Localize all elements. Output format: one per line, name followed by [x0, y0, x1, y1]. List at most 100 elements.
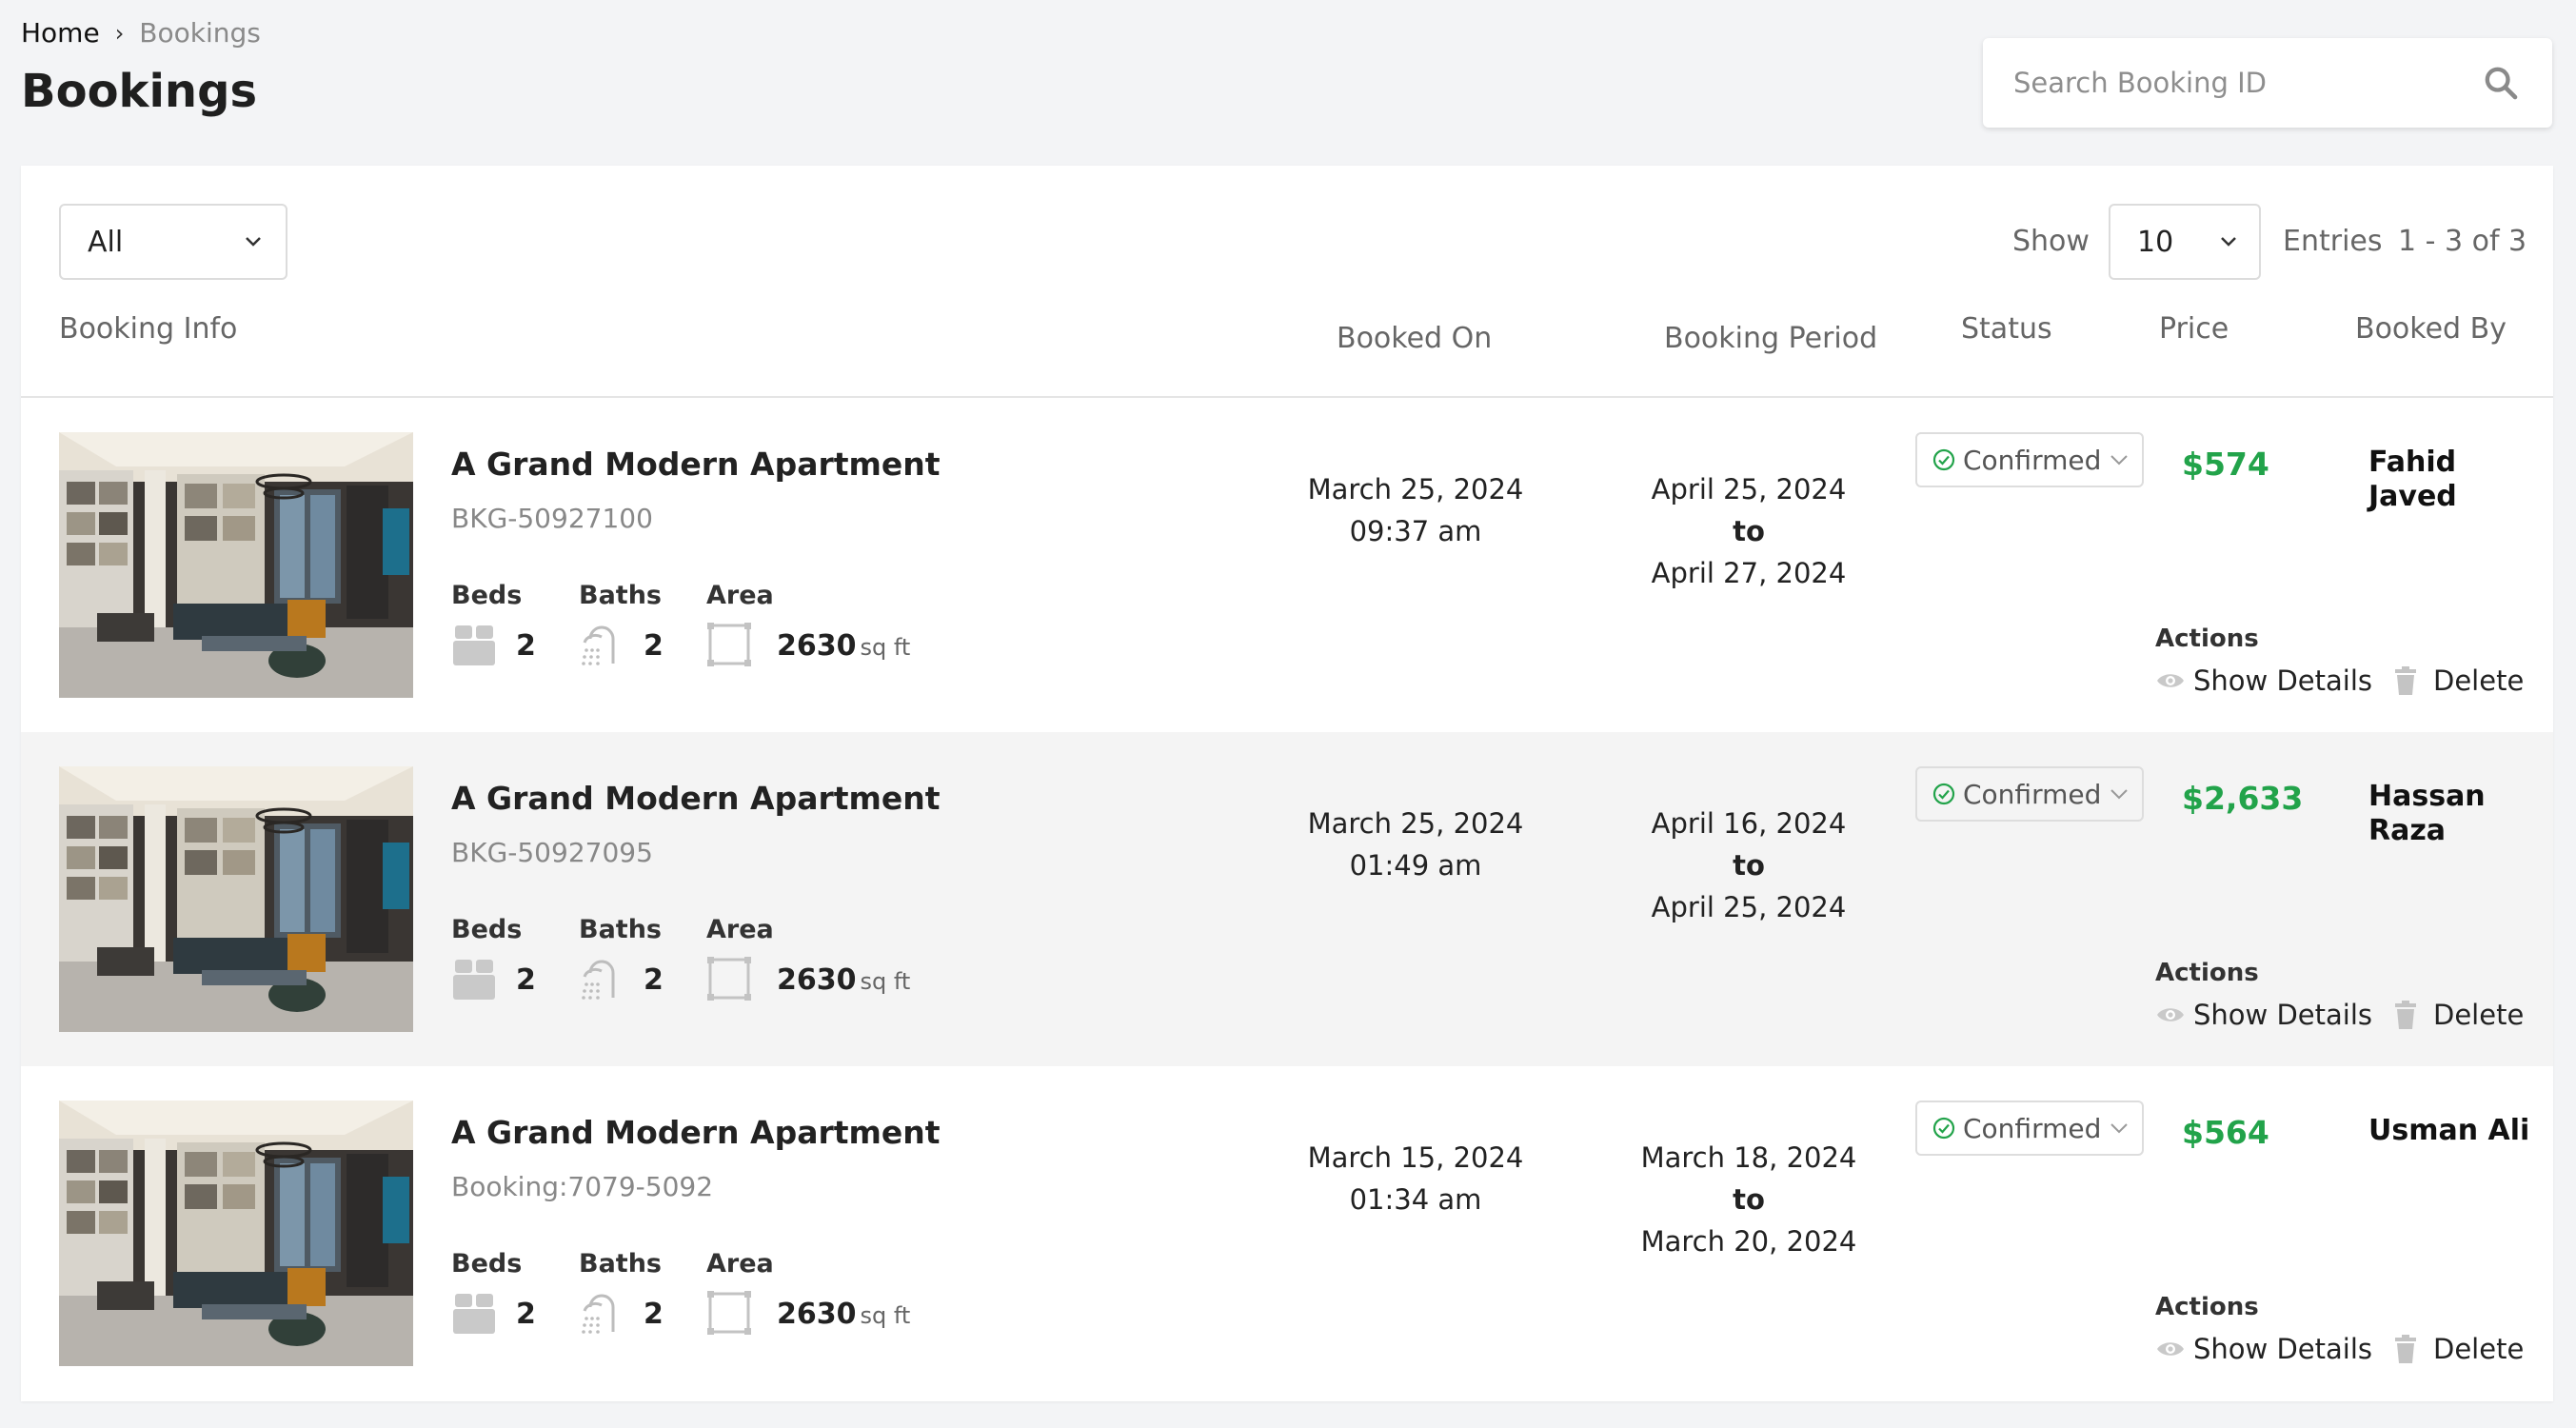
- show-details-label: Show Details: [2193, 1333, 2373, 1365]
- area-label: Area: [706, 915, 774, 944]
- trash-icon: [2395, 1001, 2416, 1029]
- booked-on-cell: March 15, 2024 01:34 am: [1268, 1137, 1563, 1220]
- delete-label: Delete: [2433, 999, 2525, 1031]
- status-value: Confirmed: [1963, 444, 2102, 476]
- eye-icon: [2157, 1342, 2184, 1356]
- apartment-thumbnail[interactable]: [59, 766, 413, 1032]
- status-dropdown[interactable]: Confirmed: [1915, 1101, 2144, 1156]
- show-details-label: Show Details: [2193, 999, 2373, 1031]
- beds-count: 2: [516, 963, 536, 997]
- booking-id: BKG-50927095: [451, 837, 653, 868]
- actions-label: Actions: [2155, 625, 2259, 653]
- area-label: Area: [706, 581, 774, 610]
- entries-per-page-select[interactable]: 10: [2109, 204, 2261, 280]
- area-value: 2630 sq ft: [777, 963, 910, 997]
- entries-label: Entries: [2283, 225, 2383, 258]
- area-unit: sq ft: [860, 1302, 911, 1329]
- chevron-down-icon: [2110, 1123, 2128, 1134]
- show-details-button[interactable]: Show Details: [2155, 999, 2372, 1031]
- chevron-down-icon: [2221, 237, 2236, 247]
- chevron-down-icon: [2110, 789, 2128, 800]
- delete-button[interactable]: Delete: [2393, 999, 2524, 1031]
- bed-icon: [453, 625, 495, 665]
- search-icon[interactable]: [2482, 64, 2520, 102]
- show-label: Show: [2012, 225, 2090, 258]
- booking-price: $2,633: [2182, 780, 2304, 817]
- check-circle-icon: [1932, 1117, 1955, 1140]
- breadcrumb: Home › Bookings: [21, 17, 261, 49]
- page-title: Bookings: [21, 65, 258, 118]
- delete-label: Delete: [2433, 664, 2525, 697]
- booked-by-last: Javed: [2368, 480, 2457, 513]
- bed-icon: [453, 1294, 495, 1334]
- show-details-button[interactable]: Show Details: [2155, 1333, 2372, 1365]
- area-value: 2630 sq ft: [777, 629, 910, 663]
- booked-by-first: Usman Ali: [2368, 1114, 2530, 1147]
- booked-on-date: March 15, 2024: [1307, 1141, 1524, 1174]
- breadcrumb-home-link[interactable]: Home: [21, 17, 100, 49]
- status-dropdown[interactable]: Confirmed: [1915, 766, 2144, 822]
- baths-count: 2: [644, 629, 664, 663]
- actions-label: Actions: [2155, 1293, 2259, 1321]
- search-box: [1983, 38, 2552, 128]
- booking-price: $564: [2182, 1114, 2269, 1151]
- beds-count: 2: [516, 1298, 536, 1331]
- status-filter-value: All: [88, 225, 124, 259]
- status-filter-select[interactable]: All: [59, 204, 287, 280]
- booking-price: $574: [2182, 446, 2269, 483]
- chevron-down-icon: [2110, 455, 2128, 466]
- delete-label: Delete: [2433, 1333, 2525, 1365]
- area-icon: [707, 623, 751, 666]
- area-icon: [707, 957, 751, 1001]
- beds-count: 2: [516, 629, 536, 663]
- booked-on-date: March 25, 2024: [1307, 807, 1524, 840]
- booked-by-last: Raza: [2368, 814, 2447, 847]
- bed-icon: [453, 960, 495, 1000]
- column-header-status: Status: [1961, 312, 2052, 346]
- delete-button[interactable]: Delete: [2393, 1333, 2524, 1365]
- apartment-thumbnail[interactable]: [59, 1101, 413, 1366]
- booking-period-cell: March 18, 2024 to March 20, 2024: [1592, 1137, 1906, 1262]
- period-to-label: to: [1733, 515, 1765, 547]
- area-icon: [707, 1291, 751, 1335]
- booked-by-first: Hassan: [2368, 780, 2486, 813]
- shower-icon: [582, 625, 615, 665]
- chevron-right-icon: ›: [114, 19, 125, 47]
- period-start-date: April 16, 2024: [1651, 807, 1847, 840]
- show-details-label: Show Details: [2193, 664, 2373, 697]
- check-circle-icon: [1932, 448, 1955, 471]
- period-to-label: to: [1733, 849, 1765, 882]
- shower-icon: [582, 960, 615, 1000]
- trash-icon: [2395, 666, 2416, 695]
- column-header-booked-by: Booked By: [2355, 312, 2507, 346]
- property-title[interactable]: A Grand Modern Apartment: [451, 1114, 941, 1151]
- chevron-down-icon: [246, 237, 261, 247]
- area-unit: sq ft: [860, 968, 911, 995]
- area-number: 2630: [777, 963, 857, 997]
- booked-on-date: March 25, 2024: [1307, 473, 1524, 506]
- show-details-button[interactable]: Show Details: [2155, 664, 2372, 697]
- eye-icon: [2157, 1008, 2184, 1021]
- booked-on-cell: March 25, 2024 01:49 am: [1268, 803, 1563, 886]
- baths-label: Baths: [579, 581, 662, 610]
- baths-count: 2: [644, 1298, 664, 1331]
- apartment-thumbnail[interactable]: [59, 432, 413, 698]
- area-number: 2630: [777, 1298, 857, 1331]
- period-end-date: April 25, 2024: [1651, 891, 1847, 923]
- booking-period-cell: April 25, 2024 to April 27, 2024: [1592, 468, 1906, 594]
- booked-by-name: Hassan Raza: [2368, 780, 2549, 848]
- search-input[interactable]: [1983, 66, 2482, 100]
- period-end-date: March 20, 2024: [1640, 1225, 1857, 1258]
- property-title[interactable]: A Grand Modern Apartment: [451, 446, 941, 483]
- beds-label: Beds: [451, 581, 523, 610]
- bookings-card: All Show 10 Entries 1 - 3 of 3 Booking I…: [21, 166, 2553, 1401]
- booking-id: BKG-50927100: [451, 503, 653, 534]
- shower-icon: [582, 1294, 615, 1334]
- property-title[interactable]: A Grand Modern Apartment: [451, 780, 941, 817]
- booking-id: Booking:7079-5092: [451, 1171, 714, 1202]
- booking-row: A Grand Modern Apartment BKG-50927100 Be…: [21, 398, 2553, 732]
- delete-button[interactable]: Delete: [2393, 664, 2524, 697]
- booked-on-cell: March 25, 2024 09:37 am: [1268, 468, 1563, 552]
- status-dropdown[interactable]: Confirmed: [1915, 432, 2144, 487]
- beds-label: Beds: [451, 915, 523, 944]
